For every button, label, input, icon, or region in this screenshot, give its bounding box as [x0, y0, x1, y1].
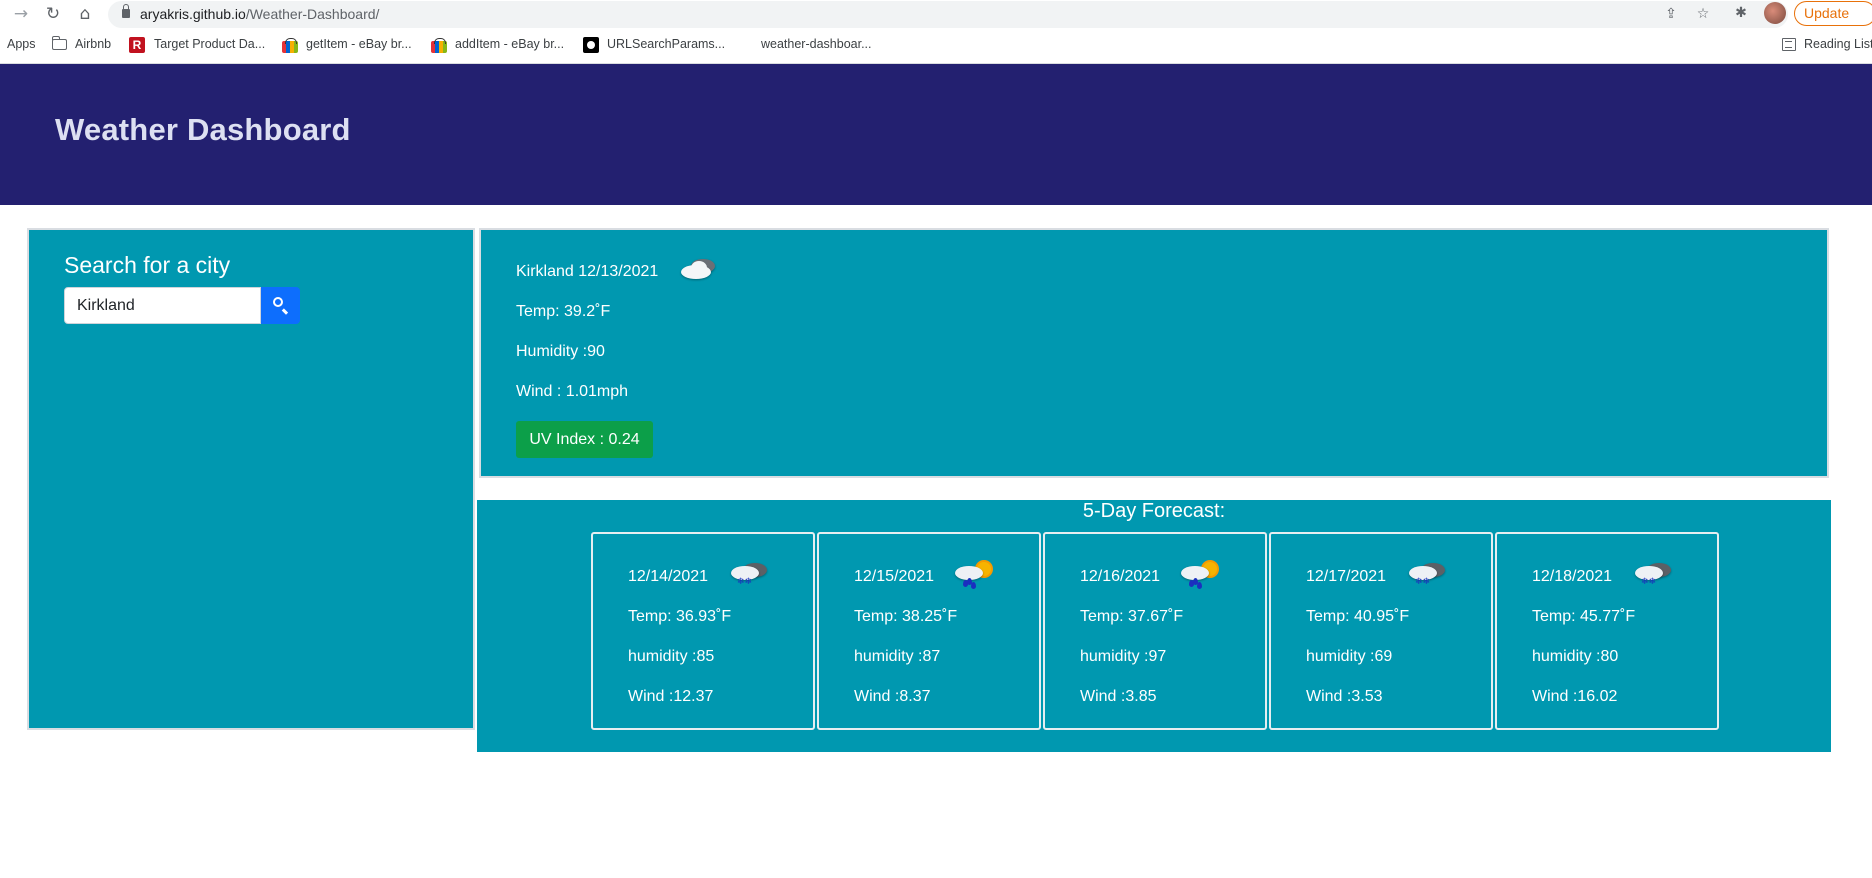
extensions-icon[interactable]: ✱ [1730, 2, 1752, 24]
forecast-temp: Temp: 37.67˚F [1080, 608, 1184, 625]
snow-cloud-icon: ❄❄ [1631, 560, 1675, 590]
city-search-input[interactable] [64, 287, 261, 324]
forecast-card: 12/17/2021 ❄❄ Temp: 40.95˚F humidity :69… [1269, 532, 1493, 730]
current-humidity: Humidity :90 [516, 343, 605, 360]
bookmark-target[interactable]: Target Product Da... [154, 37, 265, 51]
forward-arrow-icon[interactable]: → [10, 3, 32, 25]
cloudy-night-icon [677, 257, 721, 287]
forecast-date: 12/15/2021 [854, 568, 935, 585]
current-city-date: Kirkland 12/13/2021 [516, 263, 659, 280]
forecast-temp: Temp: 38.25˚F [854, 608, 958, 625]
forecast-humidity: humidity :87 [854, 648, 941, 665]
forecast-wind: Wind :3.85 [1080, 688, 1157, 705]
rain-sun-icon [953, 560, 997, 590]
update-label: Update [1804, 5, 1850, 21]
home-icon[interactable]: ⌂ [74, 3, 96, 25]
bookmark-apps[interactable]: Apps [7, 37, 36, 51]
lock-icon [122, 4, 130, 18]
bookmarks-bar: Apps Airbnb R Target Product Da... getIt… [0, 28, 1872, 64]
forecast-humidity: humidity :97 [1080, 648, 1167, 665]
page-title: Weather Dashboard [55, 112, 351, 147]
forecast-card: 12/16/2021 Temp: 37.67˚F humidity :97 Wi… [1043, 532, 1267, 730]
ebay-icon [431, 38, 447, 53]
forecast-title: 5-Day Forecast: [1082, 500, 1226, 522]
search-button[interactable] [261, 287, 300, 324]
browser-toolbar: → ↻ ⌂ aryakris.github.io/Weather-Dashboa… [0, 0, 1872, 28]
target-r-icon: R [129, 37, 145, 53]
forecast-card: 12/14/2021 ❄❄ Temp: 36.93˚F humidity :85… [591, 532, 815, 730]
search-title: Search for a city [64, 252, 231, 278]
star-icon[interactable]: ☆ [1692, 3, 1714, 25]
bookmark-urlsearchparams[interactable]: URLSearchParams... [607, 37, 725, 51]
forecast-temp: Temp: 36.93˚F [628, 608, 732, 625]
folder-icon [52, 36, 67, 50]
github-icon [583, 37, 599, 53]
reload-icon[interactable]: ↻ [42, 3, 64, 25]
current-weather-panel: Kirkland 12/13/2021 Temp: 39.2˚F Humidit… [479, 228, 1829, 478]
bookmark-airbnb[interactable]: Airbnb [75, 37, 111, 51]
forecast-date: 12/14/2021 [628, 568, 709, 585]
forecast-humidity: humidity :80 [1532, 648, 1619, 665]
rain-sun-icon [1179, 560, 1223, 590]
forecast-date: 12/16/2021 [1080, 568, 1161, 585]
bookmark-weather-dashboard[interactable]: weather-dashboar... [761, 37, 872, 51]
forecast-wind: Wind :3.53 [1306, 688, 1383, 705]
forecast-temp: Temp: 45.77˚F [1532, 608, 1636, 625]
uv-index-badge: UV Index : 0.24 [516, 421, 653, 458]
search-icon [273, 297, 283, 307]
forecast-wind: Wind :8.37 [854, 688, 931, 705]
forecast-temp: Temp: 40.95˚F [1306, 608, 1410, 625]
forecast-wind: Wind :12.37 [628, 688, 714, 705]
reading-list-icon [1782, 38, 1796, 51]
current-temp: Temp: 39.2˚F [516, 303, 611, 320]
current-wind: Wind : 1.01mph [516, 383, 629, 400]
bookmark-additem[interactable]: addItem - eBay br... [455, 37, 564, 51]
forecast-date: 12/17/2021 [1306, 568, 1387, 585]
avatar[interactable] [1764, 2, 1786, 24]
forecast-card: 12/15/2021 Temp: 38.25˚F humidity :87 Wi… [817, 532, 1041, 730]
reading-list-button[interactable]: Reading List [1804, 37, 1872, 51]
kebab-menu-icon[interactable]: ⋮ [1867, 2, 1872, 24]
share-icon[interactable]: ⇪ [1660, 3, 1682, 25]
forecast-humidity: humidity :69 [1306, 648, 1393, 665]
forecast-card: 12/18/2021 ❄❄ Temp: 45.77˚F humidity :80… [1495, 532, 1719, 730]
snow-cloud-icon: ❄❄ [727, 560, 771, 590]
forecast-date: 12/18/2021 [1532, 568, 1613, 585]
forecast-panel: 5-Day Forecast: 12/14/2021 ❄❄ Temp: 36.9… [477, 500, 1831, 752]
update-button[interactable]: Update ⋮ [1794, 1, 1872, 26]
address-bar[interactable]: aryakris.github.io/Weather-Dashboard/ ⇪ … [108, 1, 1788, 28]
ebay-icon [282, 38, 298, 53]
url-text: aryakris.github.io/Weather-Dashboard/ [140, 6, 380, 22]
page-header: Weather Dashboard [0, 64, 1872, 205]
forecast-wind: Wind :16.02 [1532, 688, 1618, 705]
forecast-humidity: humidity :85 [628, 648, 715, 665]
snow-cloud-icon: ❄❄ [1405, 560, 1449, 590]
bookmark-getitem[interactable]: getItem - eBay br... [306, 37, 412, 51]
search-panel: Search for a city [27, 228, 475, 730]
